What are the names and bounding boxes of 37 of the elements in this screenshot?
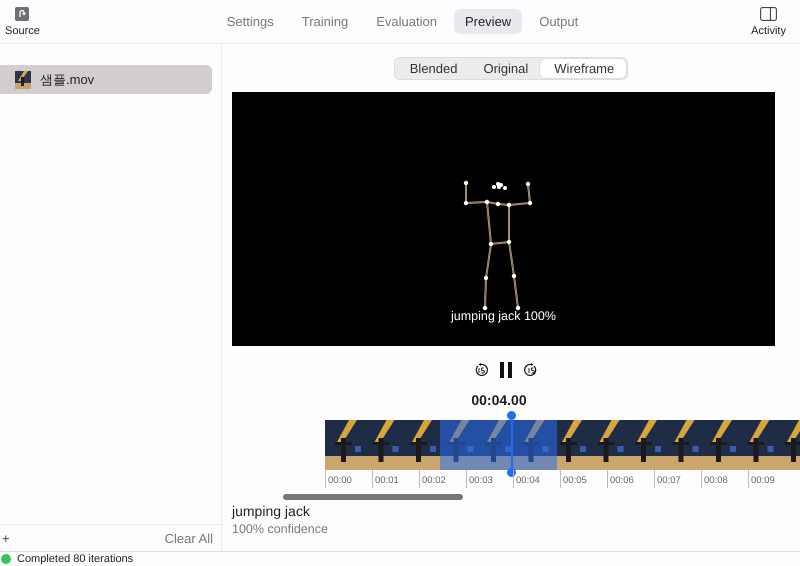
status-dot-icon	[1, 554, 11, 564]
prediction-label: jumping jack	[232, 503, 311, 519]
tab[interactable]: Evaluation	[365, 9, 448, 34]
view-mode-button[interactable]: Blended	[396, 59, 470, 78]
add-button[interactable]: +	[0, 530, 12, 546]
view-mode-button[interactable]: Wireframe	[540, 59, 626, 78]
tab[interactable]: Output	[528, 9, 590, 34]
tab[interactable]: Settings	[216, 9, 285, 34]
playhead[interactable]	[507, 411, 516, 477]
confidence-text: 100% confidence	[232, 522, 328, 536]
time-tick-label: 00:09	[748, 470, 794, 488]
source-icon[interactable]	[15, 6, 30, 20]
overlay-caption: jumping jack 100%	[450, 309, 557, 323]
current-time: 00:04.00	[471, 392, 527, 408]
time-tick-label: 00:04	[513, 470, 559, 488]
file-name: 샘플.mov	[40, 70, 94, 88]
tab[interactable]: Preview	[454, 9, 522, 34]
tab[interactable]: Training	[290, 9, 360, 34]
time-tick-label: 00:03	[466, 470, 512, 488]
source-label: Source	[5, 24, 40, 36]
skip-back-icon[interactable]	[474, 363, 488, 377]
view-mode-button[interactable]: Original	[469, 59, 540, 78]
time-tick-label: 00:00	[325, 470, 371, 488]
scrollbar[interactable]	[283, 494, 463, 500]
sidebar-item[interactable]: 샘플.mov	[0, 65, 212, 94]
clear-all-button[interactable]: Clear All	[162, 530, 215, 546]
pause-icon[interactable]	[500, 362, 512, 378]
time-tick-label: 00:06	[607, 470, 653, 488]
time-tick-label: 00:02	[419, 470, 465, 488]
skip-forward-icon[interactable]	[524, 363, 538, 377]
sidebar-icon[interactable]	[760, 6, 778, 20]
time-tick-label: 00:08	[701, 470, 747, 488]
time-tick-label: 00:07	[654, 470, 700, 488]
time-tick-label: 00:05	[560, 470, 606, 488]
status-text: Completed 80 iterations	[17, 553, 134, 565]
time-tick-label: 00:01	[372, 470, 418, 488]
activity-label: Activity	[751, 24, 786, 36]
